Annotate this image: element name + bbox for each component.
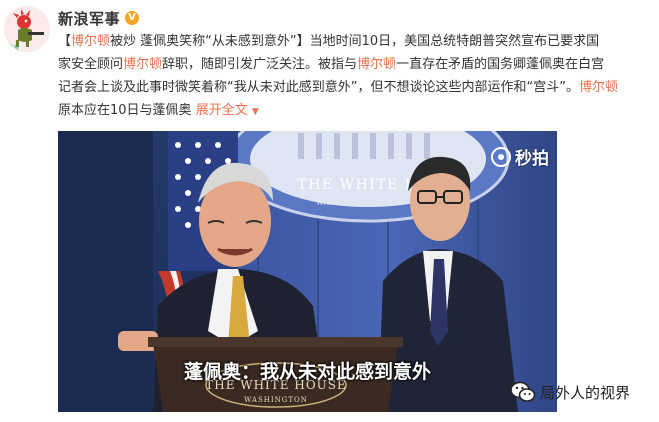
expand-label: 展开全文 xyxy=(195,103,248,118)
avatar[interactable]: 新浪 xyxy=(4,6,50,52)
backdrop-text: THE WHITE H xyxy=(297,177,418,193)
svg-text:新浪: 新浪 xyxy=(7,44,19,52)
chevron-down-icon: ▼ xyxy=(251,107,259,117)
podium-subtext: WASHINGTON xyxy=(244,396,308,404)
mention-link[interactable]: 博尔顿 xyxy=(123,57,162,72)
verified-v-icon: V xyxy=(125,11,140,25)
text-segment: 【 xyxy=(58,34,72,49)
mention-link[interactable]: 博尔顿 xyxy=(357,57,396,72)
video-player[interactable]: THE WHITE H WASHINGTON THE WHITE HOUSE W… xyxy=(58,131,557,412)
expand-full-text-link[interactable]: 展开全文 ▼ xyxy=(196,103,259,118)
text-segment: 被炒 蓬佩奥笑称“从未感到意外”】当地时间10日，美国总统特朗普突然宣布已要求国 xyxy=(110,34,600,49)
post-line: 【博尔顿被炒 蓬佩奥笑称“从未感到意外”】当地时间10日，美国总统特朗普突然宣布… xyxy=(58,30,658,53)
post-text: 【博尔顿被炒 蓬佩奥笑称“从未感到意外”】当地时间10日，美国总统特朗普突然宣布… xyxy=(58,30,658,122)
video-subtitle: 蓬佩奥：我从未对此感到意外 xyxy=(183,361,431,383)
post-line: 记者会上谈及此事时微笑着称“我从未对此感到意外”，但不想谈论这些内部运作和“宫斗… xyxy=(58,76,658,99)
text-segment: 辞职，随即引发广泛关注。被指与 xyxy=(162,57,358,72)
watermark: 局外人的视界 xyxy=(510,380,630,404)
text-segment: 家安全顾问 xyxy=(58,57,124,72)
post-line-last: 原本应在10日与蓬佩奥 展开全文 ▼ xyxy=(58,99,658,122)
text-segment: 一直存在矛盾的国务卿蓬佩奥在白宫 xyxy=(396,57,605,72)
video-source-label: 秒拍 xyxy=(515,149,549,169)
post-line: 家安全顾问博尔顿辞职，随即引发广泛关注。被指与博尔顿一直存在矛盾的国务卿蓬佩奥在… xyxy=(58,53,658,76)
video-source-logo: 秒拍 xyxy=(491,144,549,169)
mention-link[interactable]: 博尔顿 xyxy=(71,34,110,49)
wechat-icon xyxy=(510,381,536,402)
author-row: 新浪军事 V xyxy=(58,8,140,29)
backdrop-subtext: WASHINGTON xyxy=(316,199,380,207)
text-segment: 记者会上谈及此事时微笑着称“我从未对此感到意外”，但不想谈论这些内部运作和“宫斗… xyxy=(58,80,579,95)
miaopai-icon xyxy=(491,146,511,167)
author-name[interactable]: 新浪军事 xyxy=(58,8,120,29)
mascot-logo-icon: 新浪 xyxy=(4,6,50,52)
mention-link[interactable]: 博尔顿 xyxy=(579,80,618,95)
watermark-label: 局外人的视界 xyxy=(540,383,631,402)
post-text-tail: 原本应在10日与蓬佩奥 xyxy=(58,103,192,118)
